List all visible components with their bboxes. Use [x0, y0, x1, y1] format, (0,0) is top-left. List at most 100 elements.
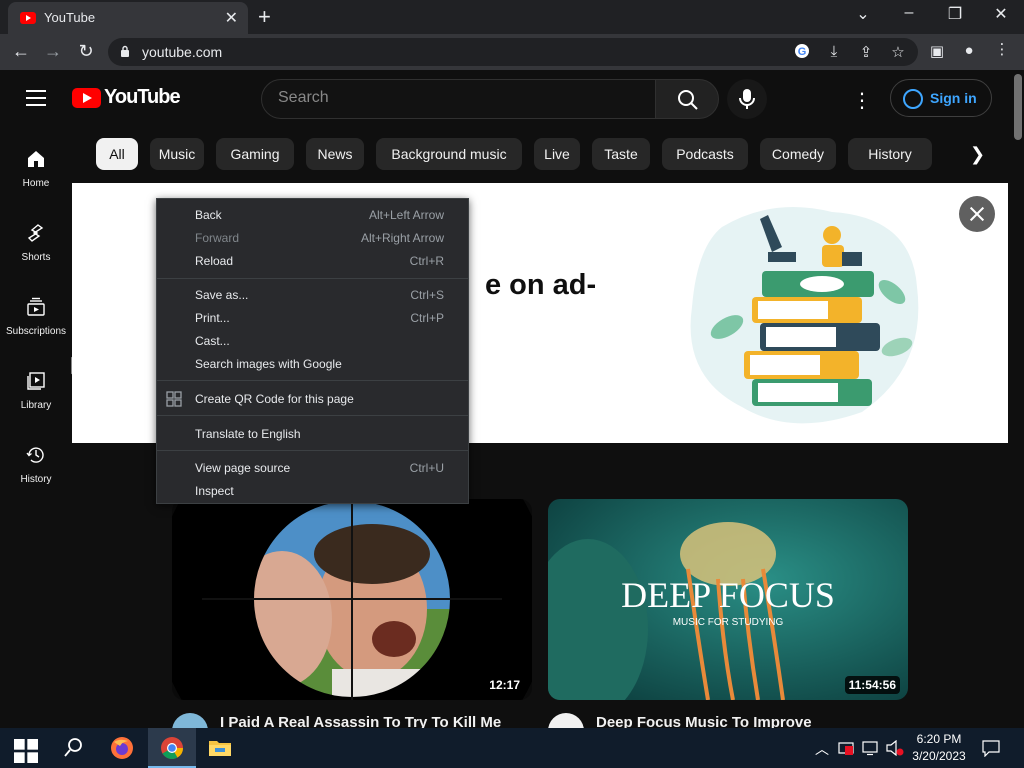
- new-tab-button[interactable]: +: [258, 4, 271, 30]
- minimize-button[interactable]: –: [894, 4, 924, 22]
- scrollbar-thumb[interactable]: [1014, 74, 1022, 140]
- tray-expand-icon[interactable]: ︿: [815, 739, 829, 759]
- chip-taste[interactable]: Taste: [592, 138, 650, 170]
- tab-title: YouTube: [44, 10, 96, 25]
- notifications-icon[interactable]: [982, 739, 1000, 757]
- chip-news[interactable]: News: [306, 138, 364, 170]
- search-button[interactable]: [655, 79, 719, 119]
- chip-comedy[interactable]: Comedy: [760, 138, 836, 170]
- youtube-header: YouTube ⋮ Sign in: [0, 70, 1012, 128]
- video-thumbnail-image: DEEP FOCUS MUSIC FOR STUDYING: [548, 499, 908, 700]
- settings-more-icon[interactable]: ⋮: [852, 88, 872, 113]
- menu-item-forward[interactable]: Forward Alt+Right Arrow: [157, 227, 468, 250]
- share-icon[interactable]: ⇪: [856, 43, 876, 61]
- chip-all[interactable]: All: [96, 138, 138, 170]
- microphone-icon: [739, 89, 755, 109]
- menu-item-reload[interactable]: Reload Ctrl+R: [157, 250, 468, 273]
- video-duration: 11:54:56: [844, 676, 900, 694]
- svg-text:G: G: [798, 46, 807, 58]
- chrome-menu-icon[interactable]: ⋮: [992, 40, 1012, 58]
- home-icon: [28, 151, 44, 167]
- sidebar-item-home[interactable]: Home: [0, 149, 72, 209]
- menu-item-create-qr[interactable]: Create QR Code for this page: [157, 388, 468, 411]
- chip-gaming[interactable]: Gaming: [216, 138, 294, 170]
- banner-close-button[interactable]: [959, 196, 995, 232]
- windows-start-icon[interactable]: [14, 739, 38, 763]
- chevron-right-icon[interactable]: ❯: [970, 144, 985, 165]
- subscriptions-icon: [27, 297, 45, 316]
- voice-search-button[interactable]: [727, 79, 767, 119]
- menu-item-print[interactable]: Print... Ctrl+P: [157, 307, 468, 330]
- thumbnail-title-text: DEEP FOCUS: [621, 575, 835, 615]
- chrome-icon: [161, 737, 183, 759]
- restore-button[interactable]: ❐: [940, 4, 970, 24]
- chip-background-music[interactable]: Background music: [376, 138, 522, 170]
- back-button[interactable]: ←: [10, 41, 32, 62]
- network-warning-icon[interactable]: [838, 740, 854, 756]
- menu-item-search-images[interactable]: Search images with Google: [157, 353, 468, 376]
- firefox-icon[interactable]: [110, 736, 134, 760]
- browser-toolbar: ← → ↻ youtube.com G ⤓ ⇪ ☆ ▣ ● ⋮: [0, 34, 1024, 70]
- video-thumbnail[interactable]: DEEP FOCUS MUSIC FOR STUDYING 11:54:56: [548, 499, 908, 700]
- search-icon[interactable]: [62, 736, 86, 760]
- clock-date: 3/20/2023: [912, 749, 966, 763]
- side-panel-icon[interactable]: ▣: [927, 42, 947, 60]
- menu-item-back[interactable]: Back Alt+Left Arrow: [157, 204, 468, 227]
- page-scrollbar[interactable]: [1012, 70, 1024, 728]
- browser-tab-strip: YouTube ✕ + ⌄ – ❐ ✕: [0, 0, 1024, 34]
- volume-muted-icon[interactable]: [886, 740, 904, 756]
- monitor-icon[interactable]: [862, 740, 878, 756]
- forward-button[interactable]: →: [42, 41, 64, 62]
- video-duration: 12:17: [485, 676, 524, 694]
- address-bar[interactable]: youtube.com G ⤓ ⇪ ☆: [108, 38, 918, 66]
- menu-item-view-source[interactable]: View page source Ctrl+U: [157, 457, 468, 480]
- menu-item-cast[interactable]: Cast...: [157, 330, 468, 353]
- youtube-favicon-icon: [20, 12, 36, 24]
- search-input[interactable]: [278, 89, 638, 107]
- taskbar-clock[interactable]: 6:20 PM 3/20/2023: [906, 731, 972, 765]
- chip-live[interactable]: Live: [534, 138, 580, 170]
- sidebar-item-history[interactable]: History: [0, 445, 72, 505]
- bookmark-star-icon[interactable]: ☆: [888, 43, 908, 61]
- menu-item-save-as[interactable]: Save as... Ctrl+S: [157, 284, 468, 307]
- history-icon: [26, 447, 44, 463]
- menu-separator: [157, 278, 468, 279]
- thumbnail-subtitle-text: MUSIC FOR STUDYING: [673, 617, 784, 628]
- close-window-button[interactable]: ✕: [986, 4, 1016, 24]
- tab-close-icon[interactable]: ✕: [225, 8, 238, 28]
- sign-in-button[interactable]: Sign in: [890, 79, 992, 117]
- sidebar-item-subscriptions[interactable]: Subscriptions: [0, 297, 72, 357]
- sidebar-item-label: Home: [22, 178, 50, 189]
- lock-icon: [121, 45, 129, 57]
- clock-time: 6:20 PM: [916, 732, 962, 746]
- guide-menu-icon[interactable]: [26, 90, 46, 106]
- shorts-icon: [27, 224, 44, 242]
- menu-separator: [157, 380, 468, 381]
- menu-separator: [157, 415, 468, 416]
- install-app-icon[interactable]: ⤓: [824, 43, 844, 60]
- library-icon: [27, 372, 45, 390]
- sidebar-item-label: History: [20, 474, 52, 485]
- sidebar-item-label: Subscriptions: [5, 326, 67, 337]
- tab-search-icon[interactable]: ⌄: [848, 4, 878, 24]
- google-lens-icon[interactable]: G: [792, 43, 812, 63]
- sidebar-item-library[interactable]: Library: [0, 371, 72, 431]
- sidebar-item-shorts[interactable]: Shorts: [0, 223, 72, 283]
- chrome-taskbar-button[interactable]: [148, 728, 196, 768]
- context-menu: Back Alt+Left Arrow Forward Alt+Right Arro…: [156, 198, 469, 504]
- video-thumbnail[interactable]: 12:17: [172, 499, 532, 700]
- youtube-play-icon: [72, 88, 101, 108]
- url-text: youtube.com: [142, 44, 223, 60]
- logo-wordmark: YouTube: [104, 86, 181, 108]
- browser-tab[interactable]: YouTube ✕: [8, 2, 248, 34]
- chip-music[interactable]: Music: [150, 138, 204, 170]
- menu-item-inspect[interactable]: Inspect: [157, 480, 468, 503]
- file-explorer-icon[interactable]: [208, 736, 232, 760]
- chip-podcasts[interactable]: Podcasts: [662, 138, 748, 170]
- chip-history[interactable]: History: [848, 138, 932, 170]
- profile-icon[interactable]: ●: [959, 42, 979, 59]
- search-box: [261, 79, 656, 119]
- reload-button[interactable]: ↻: [75, 41, 97, 62]
- sign-in-label: Sign in: [930, 90, 977, 106]
- menu-item-translate[interactable]: Translate to English: [157, 423, 468, 446]
